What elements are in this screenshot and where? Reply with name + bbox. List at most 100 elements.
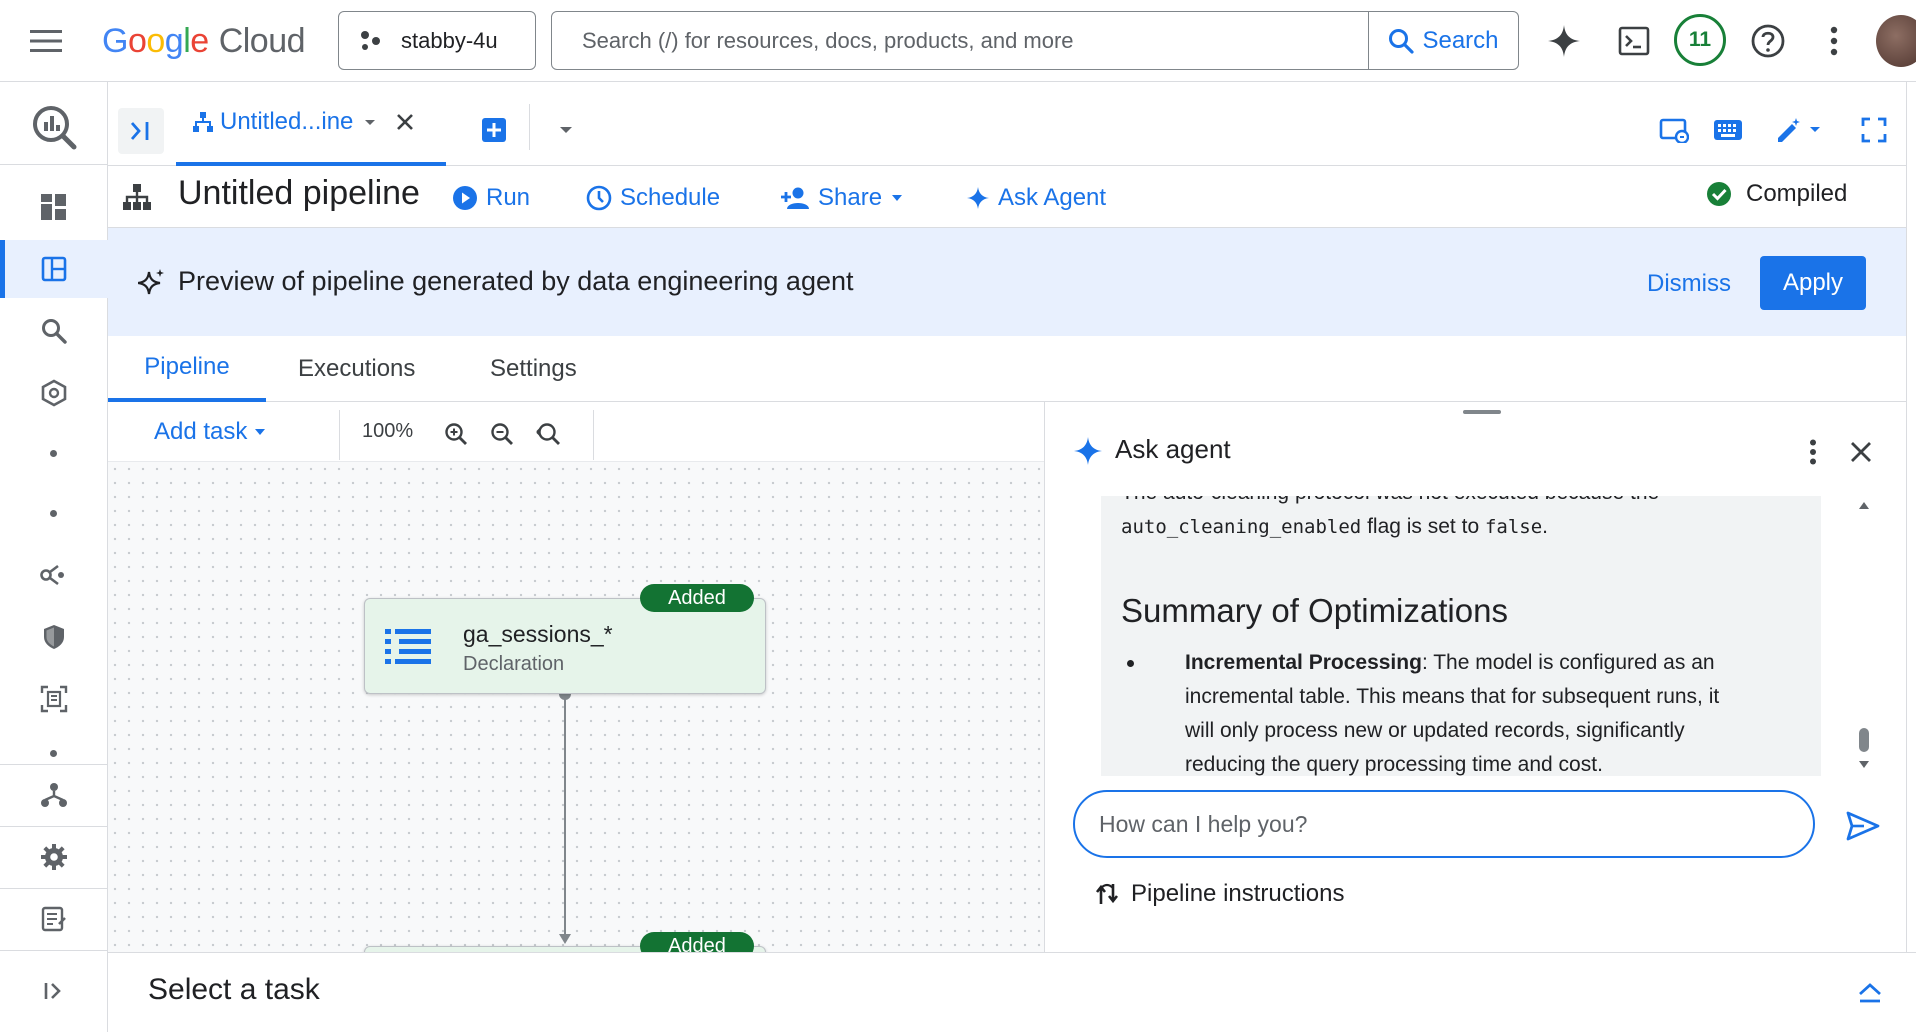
agent-more-vert-icon[interactable] (1789, 428, 1837, 476)
tab-pipeline[interactable]: Pipeline (108, 336, 266, 402)
close-agent-icon[interactable] (1837, 428, 1885, 476)
search-box: Search (551, 11, 1519, 70)
run-button[interactable]: Run (452, 178, 530, 218)
search-button[interactable]: Search (1368, 12, 1518, 69)
logo-letter: g (164, 21, 184, 60)
pipeline-instructions-button[interactable]: Pipeline instructions (1095, 880, 1344, 908)
bigquery-logo-icon[interactable] (0, 92, 108, 162)
new-tab-icon[interactable] (476, 112, 512, 148)
keyboard-icon[interactable] (1704, 106, 1752, 154)
more-vert-icon[interactable] (1810, 17, 1858, 65)
task-details-panel: Select a task (108, 952, 1916, 1032)
response-text: reducing the query processing time and c… (1185, 753, 1603, 776)
response-heading: Summary of Optimizations (1121, 592, 1508, 629)
logo-letter: o (127, 21, 147, 60)
toolbar-divider (593, 410, 594, 460)
response-text: The auto-cleaning protocol was not execu… (1121, 496, 1659, 510)
added-badge: Added (640, 584, 754, 612)
response-text: : The model is configured as an (1421, 651, 1715, 674)
main-menu-icon[interactable] (26, 22, 66, 60)
check-circle-icon (1706, 181, 1732, 207)
compiled-status: Compiled (1706, 180, 1847, 208)
tab-divider (529, 104, 530, 150)
pipeline-icon (122, 182, 152, 212)
scroll-thumb[interactable] (1859, 728, 1869, 752)
agent-chat-input[interactable] (1075, 792, 1813, 856)
ask-agent-button[interactable]: Ask Agent (966, 178, 1106, 218)
pipeline-canvas[interactable]: ga_sessions_* Declaration Added Added (108, 462, 1044, 952)
search-input[interactable] (552, 12, 1368, 69)
canvas-toolbar: Add task 100% (108, 402, 1044, 462)
dashboard-icon[interactable] (0, 178, 108, 236)
bullet-term: Incremental Processing (1185, 651, 1422, 674)
cloud-shell-icon[interactable] (1610, 17, 1658, 65)
add-task-button[interactable]: Add task (154, 412, 267, 452)
tab-executions[interactable]: Executions (298, 336, 415, 402)
scroll-down-icon[interactable] (1858, 760, 1870, 770)
sparkle-icon (966, 186, 990, 210)
share-label: Share (818, 184, 883, 211)
tab-dropdown-icon[interactable] (363, 117, 377, 127)
logo-letter: e (190, 21, 209, 60)
pipeline-graph-icon[interactable] (0, 766, 108, 824)
project-picker-button[interactable]: stabby-4u (338, 11, 536, 70)
apply-button[interactable]: Apply (1760, 256, 1866, 310)
document-scan-icon[interactable] (0, 670, 108, 728)
gemini-sparkle-icon[interactable] (1540, 17, 1588, 65)
tab-list-dropdown-icon[interactable] (548, 112, 584, 148)
close-tab-icon[interactable] (395, 112, 415, 132)
rail-dot-icon (50, 510, 57, 517)
search-rail-icon[interactable] (0, 302, 108, 360)
zoom-in-icon[interactable] (438, 416, 474, 452)
avatar[interactable] (1876, 15, 1916, 67)
expand-panel-icon[interactable] (1852, 975, 1888, 1011)
run-label: Run (486, 184, 531, 211)
pipeline-title: Untitled pipeline (178, 174, 420, 212)
expand-rail-icon[interactable] (0, 962, 108, 1020)
node-title: ga_sessions_* (463, 621, 613, 647)
response-line: auto_cleaning_enabled flag is set to fal… (1121, 510, 1548, 544)
schedule-button[interactable]: Schedule (586, 178, 720, 218)
panel-drag-handle[interactable] (1463, 410, 1501, 414)
rail-dot-icon (50, 450, 57, 457)
google-cloud-logo[interactable]: Google Cloud (102, 18, 306, 64)
notifications-badge[interactable]: 11 (1674, 14, 1726, 66)
tab-settings[interactable]: Settings (490, 336, 577, 402)
fullscreen-icon[interactable] (1850, 106, 1898, 154)
logo-cloud-text: Cloud (218, 21, 306, 60)
task-node-ga-sessions[interactable]: ga_sessions_* Declaration (364, 598, 766, 694)
help-icon[interactable] (1744, 17, 1792, 65)
agent-scrollbar[interactable] (1857, 496, 1871, 776)
dismiss-button[interactable]: Dismiss (1624, 258, 1754, 310)
toolbar-divider (339, 410, 340, 460)
editor-tab-strip: Untitled...ine (108, 82, 1916, 166)
pipeline-subtabs: Pipeline Executions Settings (108, 336, 1916, 402)
scroll-up-icon[interactable] (1858, 500, 1870, 510)
release-notes-icon[interactable] (0, 890, 108, 948)
share-button[interactable]: Share (780, 178, 904, 218)
tab-untitled-pipeline[interactable]: Untitled...ine (176, 82, 446, 166)
settings-gear-icon[interactable] (0, 828, 108, 886)
edge-arrow-icon (559, 934, 571, 944)
panel-toggle-icon[interactable] (1650, 106, 1698, 154)
agent-sparkle-icon (1073, 436, 1103, 466)
pipelines-icon[interactable] (0, 546, 108, 604)
project-icon (359, 29, 383, 53)
collapse-explorer-icon[interactable] (118, 108, 164, 154)
ask-agent-label: Ask Agent (998, 184, 1107, 211)
security-shield-icon[interactable] (0, 608, 108, 666)
ai-edit-dropdown-icon[interactable] (1764, 106, 1834, 154)
zoom-out-icon[interactable] (484, 416, 520, 452)
play-circle-icon (452, 185, 478, 211)
added-badge: Added (640, 932, 754, 952)
declaration-icon (385, 627, 431, 665)
project-name: stabby-4u (401, 27, 498, 53)
send-icon[interactable] (1841, 806, 1885, 846)
code-flag-value: false (1484, 516, 1543, 538)
zoom-reset-icon[interactable] (530, 416, 566, 452)
governance-icon[interactable] (0, 364, 108, 422)
agent-preview-banner: Preview of pipeline generated by data en… (108, 228, 1916, 336)
response-text: will only process new or updated records… (1185, 719, 1685, 742)
pipeline-header: Untitled pipeline Run Schedule Share Ask… (108, 166, 1916, 228)
studio-icon[interactable] (0, 240, 108, 298)
